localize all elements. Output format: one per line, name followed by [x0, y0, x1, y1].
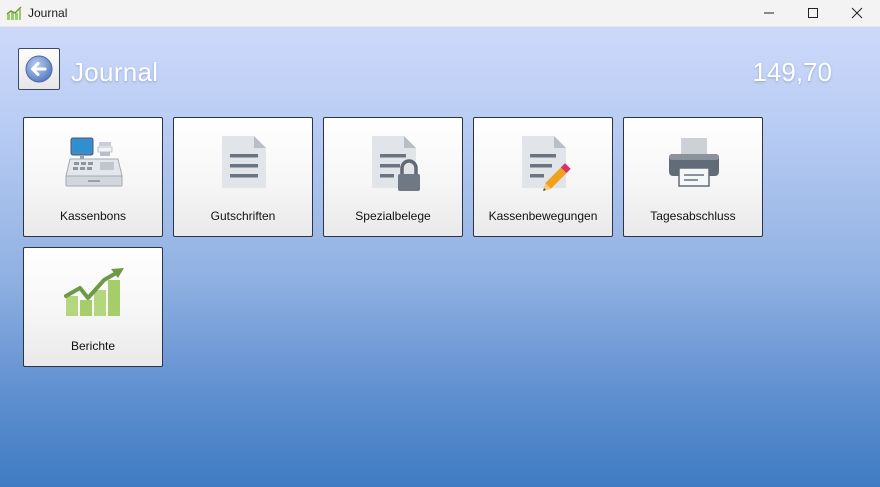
tile-label: Tagesabschluss: [650, 209, 736, 223]
total-amount: 149,70: [752, 57, 832, 87]
app-chart-icon: [6, 6, 22, 20]
journal-content: Journal 149,70 Kassenbons Gutschriften S…: [0, 27, 880, 487]
tile-berichte[interactable]: Berichte: [23, 247, 163, 367]
tile-label: Kassenbons: [59, 209, 127, 223]
tile-kassenbewegungen[interactable]: Kassenbewegungen: [473, 117, 613, 237]
document-lock-icon: [372, 136, 420, 191]
title-bar: Journal: [0, 0, 880, 27]
document-pencil-icon: [522, 136, 571, 191]
tile-tagesabschluss[interactable]: Tagesabschluss: [623, 117, 763, 237]
tile-label: Kassenbewegungen: [488, 209, 598, 223]
page-title: Journal: [71, 57, 159, 87]
window-title: Journal: [28, 6, 68, 20]
arrow-left-icon: [25, 55, 53, 83]
minimize-icon: [764, 12, 774, 14]
tile-gutschriften[interactable]: Gutschriften: [173, 117, 313, 237]
close-icon: [851, 7, 863, 19]
cash-register-icon: [65, 137, 123, 187]
tile-label: Berichte: [70, 339, 116, 353]
printer-icon: [669, 138, 719, 187]
document-icon: [222, 136, 266, 188]
maximize-icon: [808, 8, 818, 18]
tile-label: Spezialbelege: [355, 209, 431, 223]
minimize-button[interactable]: [746, 0, 792, 26]
back-button[interactable]: [18, 48, 60, 90]
growth-chart-icon: [64, 268, 124, 316]
tile-spezialbelege[interactable]: Spezialbelege: [323, 117, 463, 237]
tile-kassenbons[interactable]: Kassenbons: [23, 117, 163, 237]
tile-label: Gutschriften: [210, 209, 276, 223]
close-button[interactable]: [834, 0, 880, 26]
maximize-button[interactable]: [790, 0, 836, 26]
